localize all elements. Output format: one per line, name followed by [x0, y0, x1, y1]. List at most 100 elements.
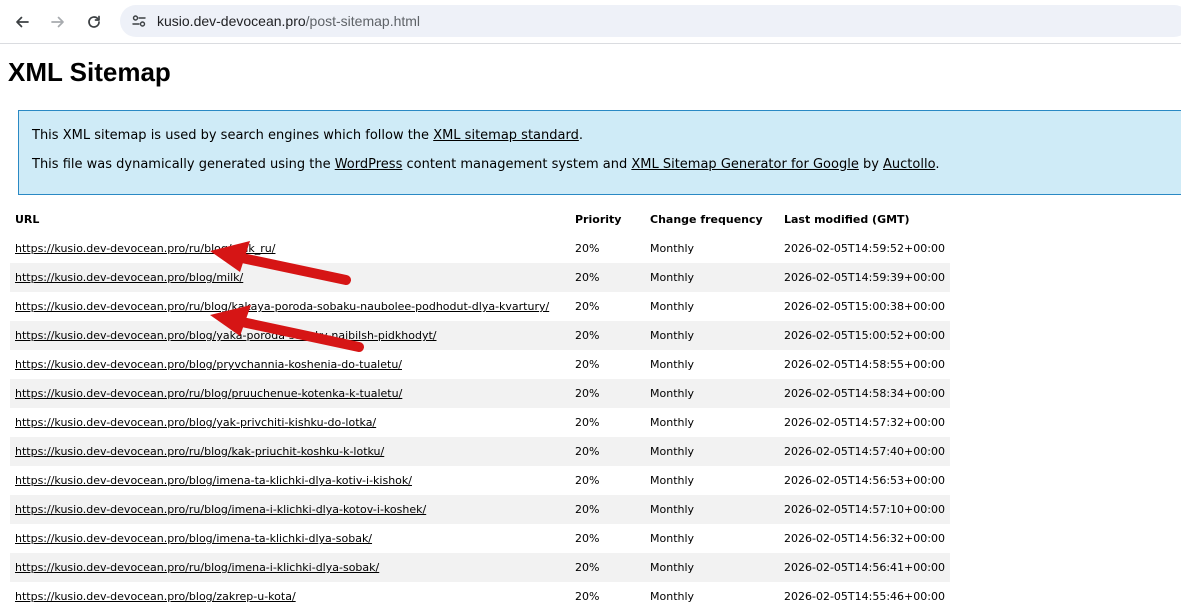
url-link[interactable]: https://kusio.dev-devocean.pro/blog/imen…	[15, 532, 372, 545]
address-bar[interactable]: kusio.dev-devocean.pro/post-sitemap.html	[120, 5, 1181, 37]
url-cell: https://kusio.dev-devocean.pro/blog/yak-…	[10, 408, 570, 437]
table-row: https://kusio.dev-devocean.pro/blog/yaka…	[10, 321, 950, 350]
header-change-frequency: Change frequency	[650, 213, 763, 226]
url-link[interactable]: https://kusio.dev-devocean.pro/blog/milk…	[15, 271, 243, 284]
modified-cell: 2026-02-05T14:59:52+00:00	[784, 242, 945, 255]
forward-button[interactable]	[44, 8, 72, 36]
header-priority: Priority	[575, 213, 622, 226]
url-link[interactable]: https://kusio.dev-devocean.pro/blog/zakr…	[15, 590, 296, 603]
modified-cell: 2026-02-05T15:00:52+00:00	[779, 321, 950, 350]
url-host: kusio.dev-devocean.pro	[157, 13, 306, 29]
priority-cell: 20%	[575, 590, 600, 603]
table-row: https://kusio.dev-devocean.pro/ru/blog/i…	[10, 495, 950, 524]
url-cell: https://kusio.dev-devocean.pro/blog/milk…	[10, 263, 570, 292]
modified-cell: 2026-02-05T14:56:41+00:00	[779, 553, 950, 582]
frequency-cell: Monthly	[645, 437, 779, 466]
table-row: https://kusio.dev-devocean.pro/blog/milk…	[10, 263, 950, 292]
info-text: This file was dynamically generated usin…	[32, 157, 335, 172]
url-link[interactable]: https://kusio.dev-devocean.pro/ru/blog/k…	[15, 300, 549, 313]
table-header-row: URL Priority Change frequency Last modif…	[10, 205, 950, 234]
url-link[interactable]: https://kusio.dev-devocean.pro/ru/blog/k…	[15, 445, 384, 458]
url-link[interactable]: https://kusio.dev-devocean.pro/ru/blog/m…	[15, 242, 275, 255]
url-text[interactable]: kusio.dev-devocean.pro/post-sitemap.html	[157, 12, 420, 30]
table-row: https://kusio.dev-devocean.pro/ru/blog/m…	[10, 234, 950, 263]
frequency-cell: Monthly	[645, 321, 779, 350]
table-row: https://kusio.dev-devocean.pro/ru/blog/i…	[10, 553, 950, 582]
sitemap-generator-link[interactable]: XML Sitemap Generator for Google	[631, 157, 858, 172]
frequency-cell: Monthly	[645, 553, 779, 582]
url-cell: https://kusio.dev-devocean.pro/ru/blog/i…	[10, 553, 570, 582]
priority-cell: 20%	[570, 495, 645, 524]
xml-sitemap-standard-link[interactable]: XML sitemap standard	[433, 128, 579, 143]
frequency-cell: Monthly	[650, 590, 695, 603]
url-link[interactable]: https://kusio.dev-devocean.pro/ru/blog/p…	[15, 387, 402, 400]
priority-cell: 20%	[575, 242, 600, 255]
url-cell: https://kusio.dev-devocean.pro/ru/blog/k…	[10, 437, 570, 466]
table-row: https://kusio.dev-devocean.pro/ru/blog/p…	[10, 379, 950, 408]
forward-arrow-icon	[51, 16, 64, 28]
reload-button[interactable]	[80, 8, 108, 36]
priority-cell: 20%	[570, 263, 645, 292]
info-line-2: This file was dynamically generated usin…	[32, 157, 1181, 172]
wordpress-link[interactable]: WordPress	[335, 157, 403, 172]
priority-cell: 20%	[575, 532, 600, 545]
browser-toolbar: kusio.dev-devocean.pro/post-sitemap.html	[0, 0, 1181, 44]
back-arrow-icon	[16, 16, 29, 28]
url-cell: https://kusio.dev-devocean.pro/ru/blog/p…	[10, 379, 570, 408]
url-cell: https://kusio.dev-devocean.pro/blog/zakr…	[10, 582, 570, 611]
modified-cell: 2026-02-05T14:56:53+00:00	[784, 474, 945, 487]
frequency-cell: Monthly	[650, 242, 695, 255]
page-title: XML Sitemap	[8, 57, 171, 87]
page-content: XML Sitemap This XML sitemap is used by …	[0, 45, 1181, 612]
modified-cell: 2026-02-05T14:59:39+00:00	[779, 263, 950, 292]
table-row: https://kusio.dev-devocean.pro/blog/imen…	[10, 524, 950, 553]
modified-cell: 2026-02-05T14:57:32+00:00	[784, 416, 945, 429]
table-row: https://kusio.dev-devocean.pro/blog/zakr…	[10, 582, 950, 611]
modified-cell: 2026-02-05T14:57:40+00:00	[779, 437, 950, 466]
header-last-modified: Last modified (GMT)	[784, 213, 910, 226]
auctollo-link[interactable]: Auctollo	[883, 157, 935, 172]
info-text: by	[858, 157, 884, 172]
priority-cell: 20%	[575, 300, 600, 313]
table-row: https://kusio.dev-devocean.pro/blog/imen…	[10, 466, 950, 495]
frequency-cell: Monthly	[645, 379, 779, 408]
url-link[interactable]: https://kusio.dev-devocean.pro/blog/yaka…	[15, 329, 437, 342]
frequency-cell: Monthly	[650, 474, 695, 487]
url-link[interactable]: https://kusio.dev-devocean.pro/ru/blog/i…	[15, 503, 426, 516]
url-cell: https://kusio.dev-devocean.pro/blog/yaka…	[10, 321, 570, 350]
url-cell: https://kusio.dev-devocean.pro/blog/pryv…	[10, 350, 570, 379]
url-cell: https://kusio.dev-devocean.pro/blog/imen…	[10, 524, 570, 553]
info-text: This XML sitemap is used by search engin…	[32, 128, 434, 143]
frequency-cell: Monthly	[645, 495, 779, 524]
sitemap-table: URL Priority Change frequency Last modif…	[10, 205, 950, 611]
url-link[interactable]: https://kusio.dev-devocean.pro/ru/blog/i…	[15, 561, 379, 574]
modified-cell: 2026-02-05T14:58:34+00:00	[779, 379, 950, 408]
info-box: This XML sitemap is used by search engin…	[18, 110, 1181, 195]
info-text: .	[578, 128, 583, 143]
modified-cell: 2026-02-05T14:55:46+00:00	[784, 590, 945, 603]
url-cell: https://kusio.dev-devocean.pro/blog/imen…	[10, 466, 570, 495]
frequency-cell: Monthly	[645, 263, 779, 292]
priority-cell: 20%	[575, 416, 600, 429]
table-row: https://kusio.dev-devocean.pro/ru/blog/k…	[10, 292, 950, 321]
url-link[interactable]: https://kusio.dev-devocean.pro/blog/imen…	[15, 474, 412, 487]
priority-cell: 20%	[575, 358, 600, 371]
table-row: https://kusio.dev-devocean.pro/ru/blog/k…	[10, 437, 950, 466]
modified-cell: 2026-02-05T15:00:38+00:00	[784, 300, 945, 313]
priority-cell: 20%	[570, 321, 645, 350]
url-link[interactable]: https://kusio.dev-devocean.pro/blog/pryv…	[15, 358, 402, 371]
back-button[interactable]	[8, 8, 36, 36]
url-cell: https://kusio.dev-devocean.pro/ru/blog/m…	[10, 234, 570, 263]
frequency-cell: Monthly	[650, 416, 695, 429]
priority-cell: 20%	[575, 474, 600, 487]
info-text: .	[935, 157, 940, 172]
site-info-button[interactable]	[126, 8, 152, 34]
reload-icon	[88, 15, 100, 28]
table-row: https://kusio.dev-devocean.pro/blog/yak-…	[10, 408, 950, 437]
info-text: content management system and	[402, 157, 632, 172]
priority-cell: 20%	[570, 553, 645, 582]
info-line-1: This XML sitemap is used by search engin…	[32, 128, 1181, 143]
url-link[interactable]: https://kusio.dev-devocean.pro/blog/yak-…	[15, 416, 376, 429]
priority-cell: 20%	[570, 379, 645, 408]
site-info-tune-icon	[132, 15, 146, 27]
